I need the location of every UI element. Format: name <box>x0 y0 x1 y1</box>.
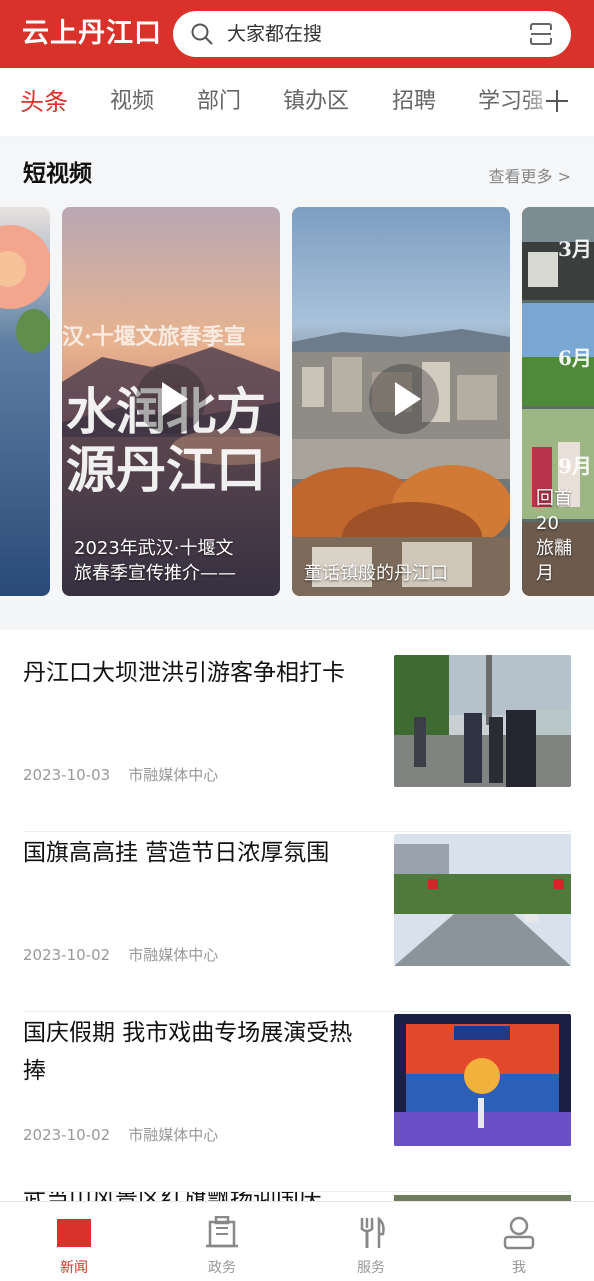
video-caption: 2023年武汉·十堰文 旅春季宣传推介—— <box>74 538 236 584</box>
nav-me[interactable]: 我 <box>445 1202 593 1281</box>
nav-label: 服务 <box>357 1260 385 1276</box>
play-icon[interactable] <box>136 364 206 434</box>
search-placeholder: 大家都在搜 <box>227 23 323 45</box>
app-header: 云上丹江口 大家都在搜 <box>0 0 594 68</box>
month-label: 6月 <box>558 346 592 370</box>
tab-headlines[interactable]: 头条 <box>20 68 68 136</box>
user-icon <box>503 1216 535 1250</box>
month-label: 9月 <box>558 454 592 478</box>
building-icon <box>206 1216 238 1248</box>
channel-tabs: 头条 视频 部门 镇办区 招聘 学习强 <box>0 68 594 136</box>
news-meta: 2023-10-03 市融媒体中心 <box>23 765 218 785</box>
news-icon <box>57 1219 91 1247</box>
bottom-nav: 新闻 政务 服务 我 <box>0 1201 594 1281</box>
nav-news[interactable]: 新闻 <box>0 1202 148 1281</box>
nav-services[interactable]: 服务 <box>297 1202 445 1281</box>
app-title: 云上丹江口 <box>22 18 162 49</box>
month-label: 3月 <box>558 237 592 261</box>
divider <box>0 602 594 630</box>
nav-label: 政务 <box>208 1260 236 1276</box>
news-date: 2023-10-02 <box>23 946 111 964</box>
flower-thumbnail <box>0 207 50 596</box>
news-date: 2023-10-02 <box>23 1126 111 1144</box>
add-channel-icon[interactable] <box>546 90 568 112</box>
news-item[interactable]: 国庆假期 我市戏曲专场展演受热捧 2023-10-02 市融媒体中心 <box>0 1012 594 1192</box>
nav-label: 新闻 <box>60 1260 88 1276</box>
nav-government[interactable]: 政务 <box>148 1202 296 1281</box>
scan-icon[interactable] <box>529 22 553 46</box>
play-icon[interactable] <box>369 364 439 434</box>
tab-video[interactable]: 视频 <box>110 68 154 136</box>
nav-label: 我 <box>512 1260 526 1276</box>
news-title: 国庆假期 我市戏曲专场展演受热捧 <box>23 1020 353 1084</box>
video-card-partial-right[interactable]: 3月 6月 9月 回首20 旅黼月 <box>522 207 594 596</box>
news-thumbnail <box>394 834 571 966</box>
view-more-link[interactable]: 查看更多 > <box>489 166 572 188</box>
news-thumbnail <box>394 1014 571 1146</box>
video-caption: 回首20 旅黼月 <box>536 488 572 584</box>
tab-jobs[interactable]: 招聘 <box>392 68 436 136</box>
news-thumbnail <box>394 655 571 787</box>
news-source: 市融媒体中心 <box>128 1126 219 1144</box>
news-meta: 2023-10-02 市融媒体中心 <box>23 1125 218 1145</box>
section-title: 短视频 <box>23 161 92 187</box>
news-title: 国旗高高挂 营造节日浓厚氛围 <box>23 840 330 866</box>
overlay-title: 源丹江口 <box>66 440 266 499</box>
overlay-subtitle: 汉·十堰文旅春季宣 <box>62 324 246 350</box>
search-icon <box>191 23 213 45</box>
news-source: 市融媒体中心 <box>128 946 219 964</box>
news-source: 市融媒体中心 <box>128 766 219 784</box>
news-date: 2023-10-03 <box>23 766 111 784</box>
tab-towns[interactable]: 镇办区 <box>283 68 349 136</box>
short-video-section: 短视频 查看更多 > 汉·十堰文旅春季宣 水润北方 源丹江口 2023年武汉·十… <box>0 144 594 602</box>
news-meta: 2023-10-02 市融媒体中心 <box>23 945 218 965</box>
video-caption: 童话镇般的丹江口 <box>304 563 448 584</box>
fork-knife-icon <box>360 1216 385 1248</box>
news-item[interactable]: 国旗高高挂 营造节日浓厚氛围 2023-10-02 市融媒体中心 <box>0 832 594 1012</box>
video-card-partial-left[interactable] <box>0 207 50 596</box>
tab-departments[interactable]: 部门 <box>197 68 241 136</box>
news-item[interactable]: 丹江口大坝泄洪引游客争相打卡 2023-10-03 市融媒体中心 <box>0 652 594 832</box>
video-card[interactable]: 汉·十堰文旅春季宣 水润北方 源丹江口 2023年武汉·十堰文 旅春季宣传推介—… <box>62 207 280 596</box>
search-bar[interactable]: 大家都在搜 <box>173 11 571 57</box>
news-title: 丹江口大坝泄洪引游客争相打卡 <box>23 660 345 686</box>
video-card[interactable]: 童话镇般的丹江口 <box>292 207 510 596</box>
divider <box>0 136 594 144</box>
